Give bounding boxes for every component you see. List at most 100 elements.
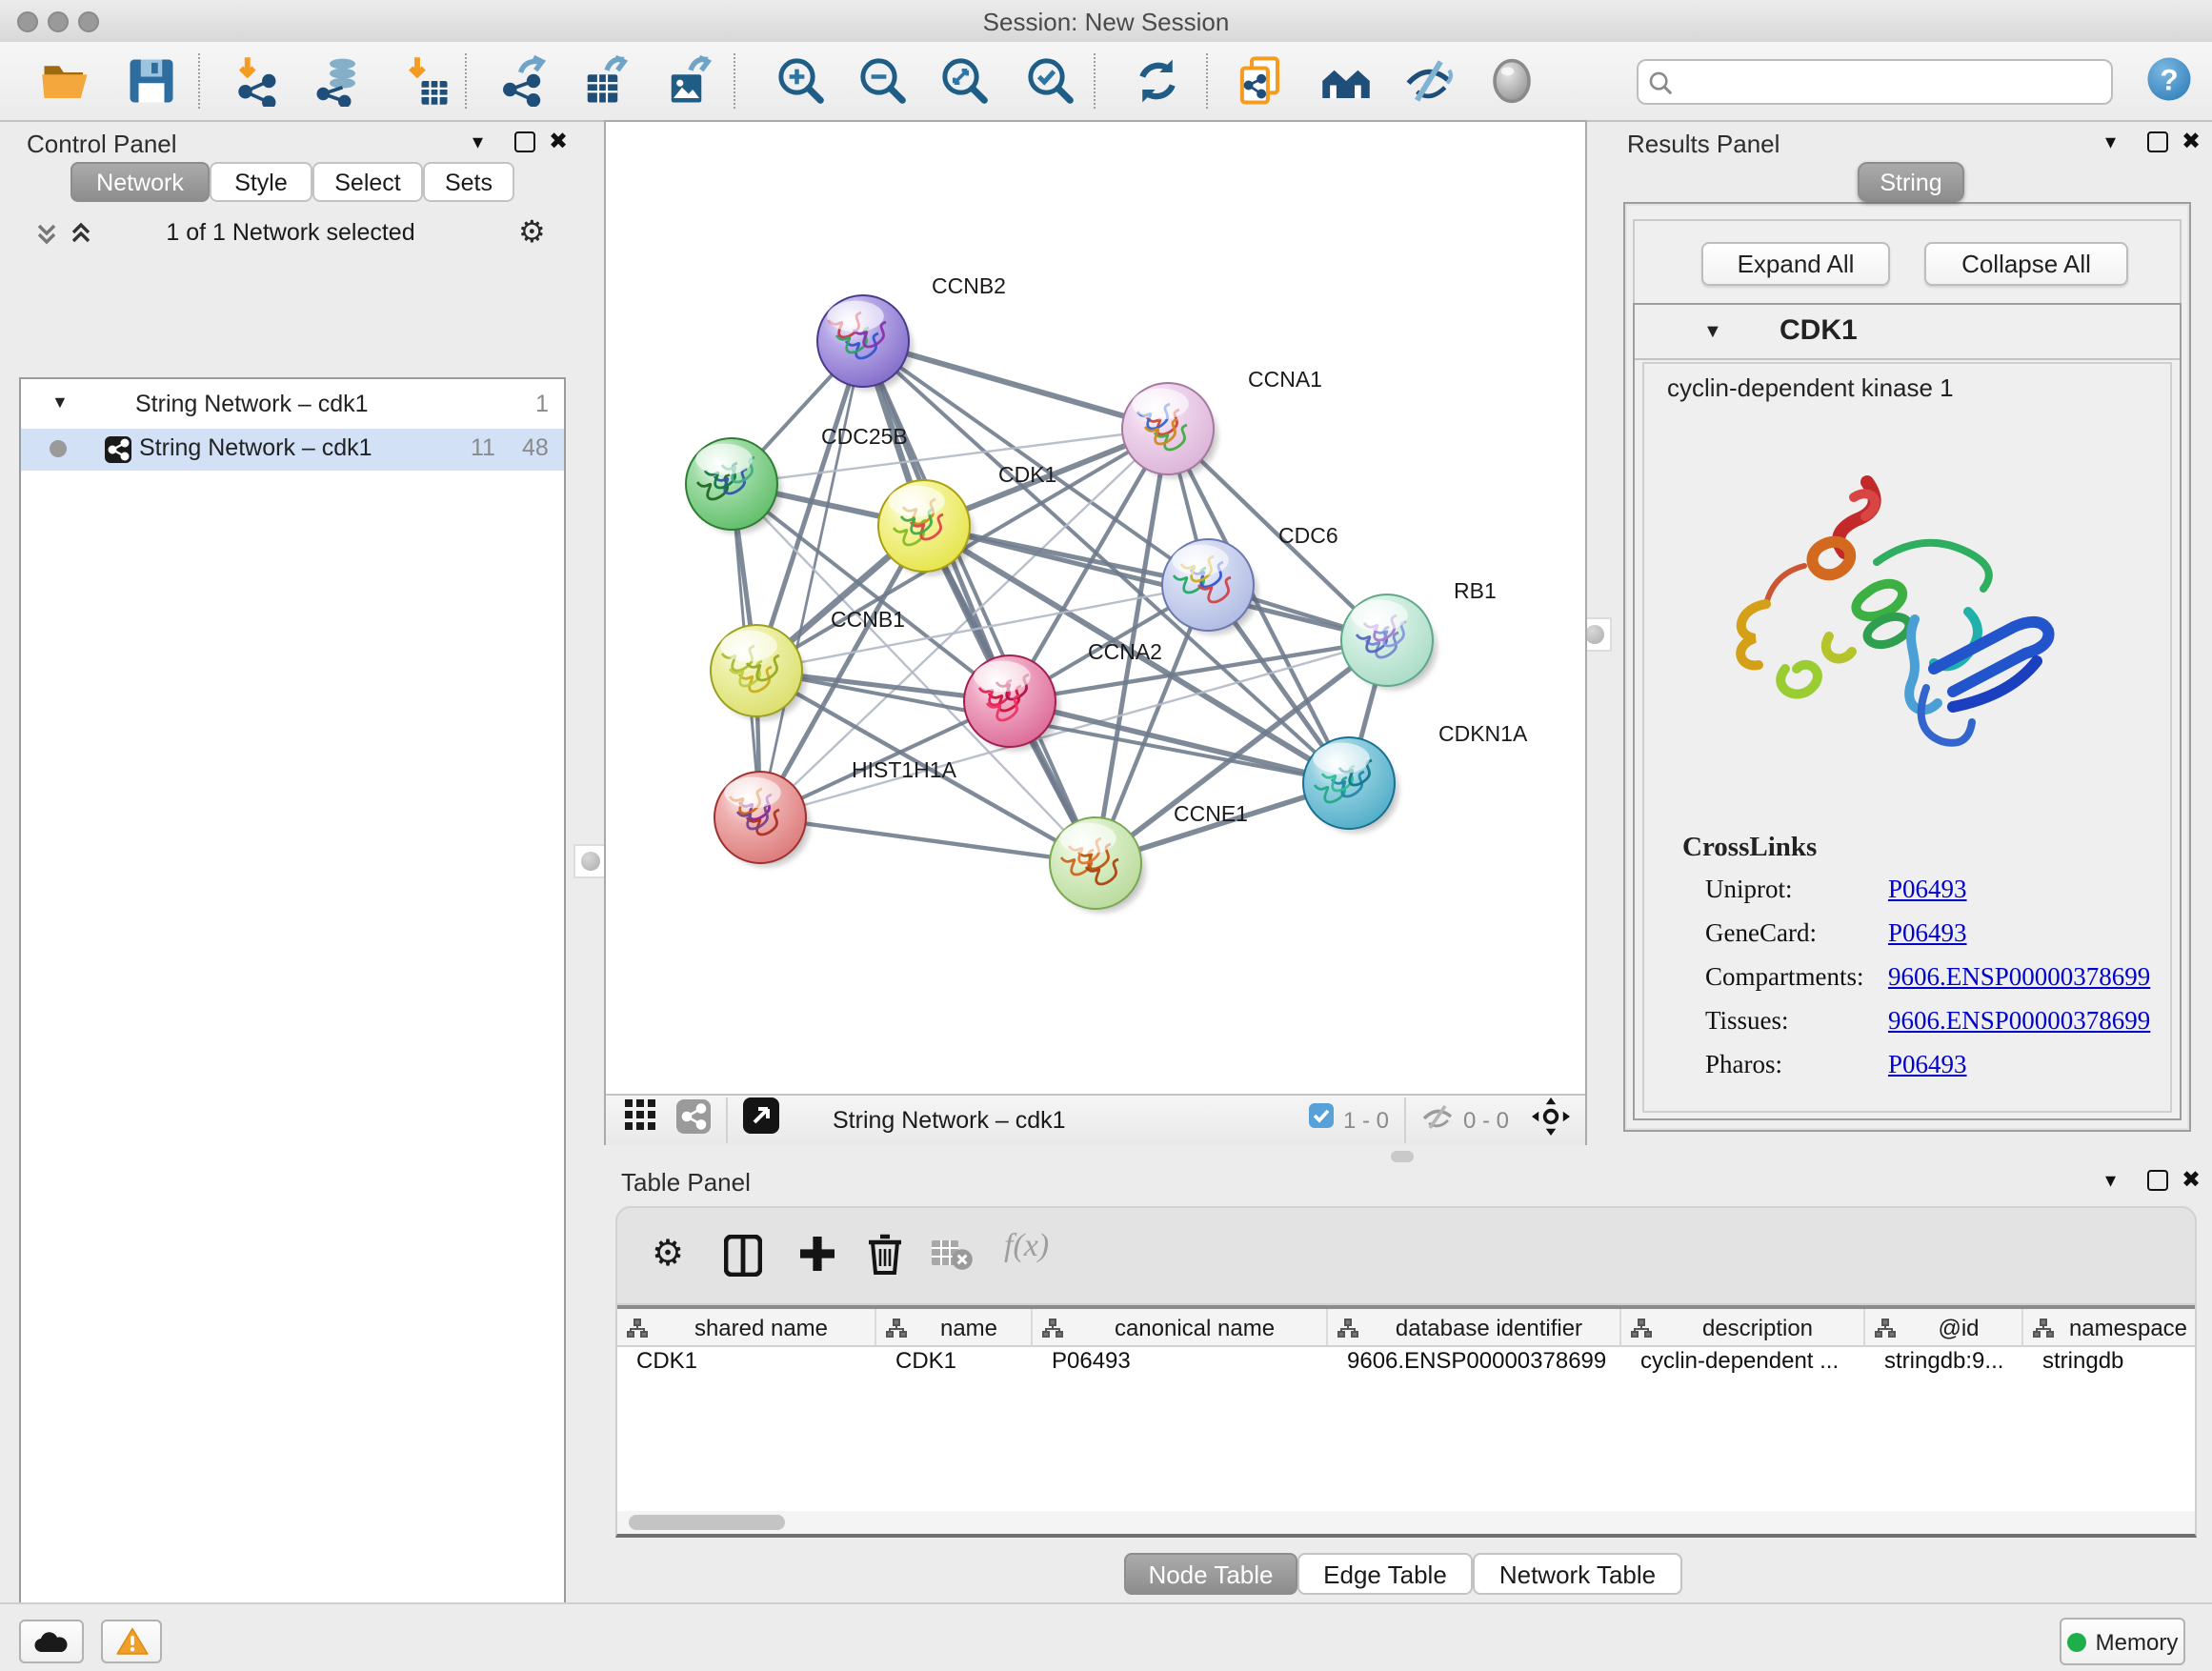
export-image-icon[interactable] [665,55,716,107]
clone-network-icon[interactable] [1235,55,1286,107]
tab-style[interactable]: Style [210,162,312,202]
column-header-database-identifier[interactable]: database identifier [1328,1309,1621,1345]
expand-all-button[interactable]: Expand All [1701,242,1890,286]
table-horizontal-scrollbar[interactable] [617,1511,2195,1534]
tab-sets[interactable]: Sets [423,162,514,202]
network-collection-row[interactable]: ▼ String Network – cdk1 1 [21,387,564,429]
node-CCNA1[interactable]: CCNA1 [1122,367,1322,477]
node-HIST1H1A[interactable]: HIST1H1A [714,757,957,866]
search-input[interactable] [1673,65,2111,99]
search-icon [1648,70,1673,94]
hidden-eye-icon[interactable] [1421,1102,1454,1138]
scrollbar-thumb[interactable] [629,1515,785,1530]
open-session-icon[interactable] [40,55,91,107]
grid-view-icon[interactable] [625,1099,657,1141]
toolbar-separator [198,53,200,109]
node-CDK1[interactable]: CDK1 [878,462,1056,574]
add-column-icon[interactable] [796,1233,838,1284]
close-panel-icon[interactable]: ✖ [2182,131,2201,151]
close-panel-icon[interactable]: ✖ [549,131,568,151]
import-table-icon[interactable] [400,55,452,107]
tab-network[interactable]: Network [70,162,210,202]
first-neighbors-icon[interactable] [1320,55,1372,107]
export-table-icon[interactable] [581,55,633,107]
column-header-shared-name[interactable]: shared name [617,1309,876,1345]
pan-crosshair-icon[interactable] [1532,1097,1570,1144]
node-RB1[interactable]: RB1 [1341,578,1497,689]
zoom-in-icon[interactable] [775,55,827,107]
cell-database-identifier[interactable]: 9606.ENSP00000378699 [1328,1347,1621,1385]
column-header-canonical-name[interactable]: canonical name [1033,1309,1328,1345]
memory-button[interactable]: Memory [2060,1618,2185,1665]
refresh-icon[interactable] [1132,55,1183,107]
crosslink-compartments-link[interactable]: 9606.ENSP00000378699 [1888,962,2150,993]
edge-CCNB2-HIST1H1A[interactable] [760,341,863,817]
cell-shared-name[interactable]: CDK1 [617,1347,876,1385]
collection-expand-icon[interactable]: ▼ [51,393,69,412]
node-CCNE1[interactable]: CCNE1 [1050,801,1248,912]
collapse-panel-icon[interactable]: ▾ [2105,133,2116,152]
column-header-name[interactable]: name [876,1309,1033,1345]
cell--id[interactable]: stringdb:9... [1865,1347,2023,1385]
save-session-icon[interactable] [126,55,177,107]
results-button-row: Expand All Collapse All [1633,219,2182,307]
network-options-gear-icon[interactable]: ⚙ [518,213,546,252]
gene-section-header[interactable]: ▼ CDK1 [1635,305,2180,360]
column-header-description[interactable]: description [1621,1309,1865,1345]
close-panel-icon[interactable]: ✖ [2182,1170,2201,1189]
table-row[interactable]: CDK1CDK1P064939606.ENSP00000378699cyclin… [617,1347,2197,1385]
network-tree: ▼ String Network – cdk1 1 String Network… [19,377,566,1671]
table-header-row: shared namenamecanonical namedatabase id… [617,1305,2197,1347]
crosslink-genecard-link[interactable]: P06493 [1888,918,1967,949]
selected-checkbox-icon[interactable] [1309,1103,1334,1137]
float-panel-icon[interactable] [2147,131,2168,152]
import-network-icon[interactable] [232,55,284,107]
warnings-button[interactable] [101,1620,162,1663]
birdseye-view-icon[interactable] [743,1097,779,1143]
zoom-out-icon[interactable] [857,55,909,107]
node-CDKN1A[interactable]: CDKN1A [1303,721,1528,832]
float-panel-icon[interactable] [2147,1170,2168,1191]
crosslink-uniprot-link[interactable]: P06493 [1888,875,1967,905]
delete-column-icon[interactable] [867,1231,903,1284]
hide-selected-icon[interactable] [1404,55,1456,107]
collapse-panel-icon[interactable]: ▾ [2105,1172,2116,1191]
title-bar: Session: New Session [0,0,2212,44]
zoom-selected-icon[interactable] [1025,55,1076,107]
tab-edge-table[interactable]: Edge Table [1297,1553,1473,1595]
edge-HIST1H1A-CCNE1[interactable] [760,817,1096,863]
tab-select[interactable]: Select [312,162,423,202]
cell-namespace[interactable]: stringdb [2023,1347,2197,1385]
network-canvas[interactable]: CCNB2CCNA1CDC25BCDK1CDC6RB1CCNB1CCNA2CDK… [606,122,1585,1094]
left-splitter-handle[interactable] [573,844,608,878]
crosslink-tissues-link[interactable]: 9606.ENSP00000378699 [1888,1006,2150,1037]
svg-text:?: ? [2160,62,2178,96]
delete-table-icon [932,1240,974,1280]
table-settings-gear-icon[interactable]: ⚙ [652,1233,684,1277]
zoom-fit-icon[interactable] [939,55,991,107]
column-header-namespace[interactable]: namespace [2023,1309,2197,1345]
cell-canonical-name[interactable]: P06493 [1033,1347,1328,1385]
export-network-icon[interactable] [499,55,551,107]
collapse-panel-icon[interactable]: ▾ [473,133,483,152]
tab-network-table[interactable]: Network Table [1473,1553,1682,1595]
show-all-icon[interactable] [1486,55,1538,107]
cell-description[interactable]: cyclin-dependent ... [1621,1347,1865,1385]
float-panel-icon[interactable] [514,131,535,152]
section-collapse-icon[interactable]: ▼ [1703,322,1722,343]
collapse-all-button[interactable]: Collapse All [1924,242,2128,286]
tab-string[interactable]: String [1858,162,1964,202]
cloud-button[interactable] [19,1620,84,1663]
help-icon[interactable]: ? [2143,53,2195,105]
network-row-selected[interactable]: String Network – cdk1 11 48 [21,429,564,471]
string-view-icon[interactable] [676,1098,711,1142]
tab-node-table[interactable]: Node Table [1124,1553,1297,1595]
import-network-from-database-icon[interactable] [312,55,364,107]
cell-name[interactable]: CDK1 [876,1347,1033,1385]
crosslink-pharos-link[interactable]: P06493 [1888,1050,1967,1080]
cloud-icon [34,1630,69,1653]
column-header--id[interactable]: @id [1865,1309,2023,1345]
show-columns-icon[interactable] [724,1235,762,1286]
edge-CCNB2-CCNE1[interactable] [863,341,1096,863]
window-title: Session: New Session [0,8,2212,36]
